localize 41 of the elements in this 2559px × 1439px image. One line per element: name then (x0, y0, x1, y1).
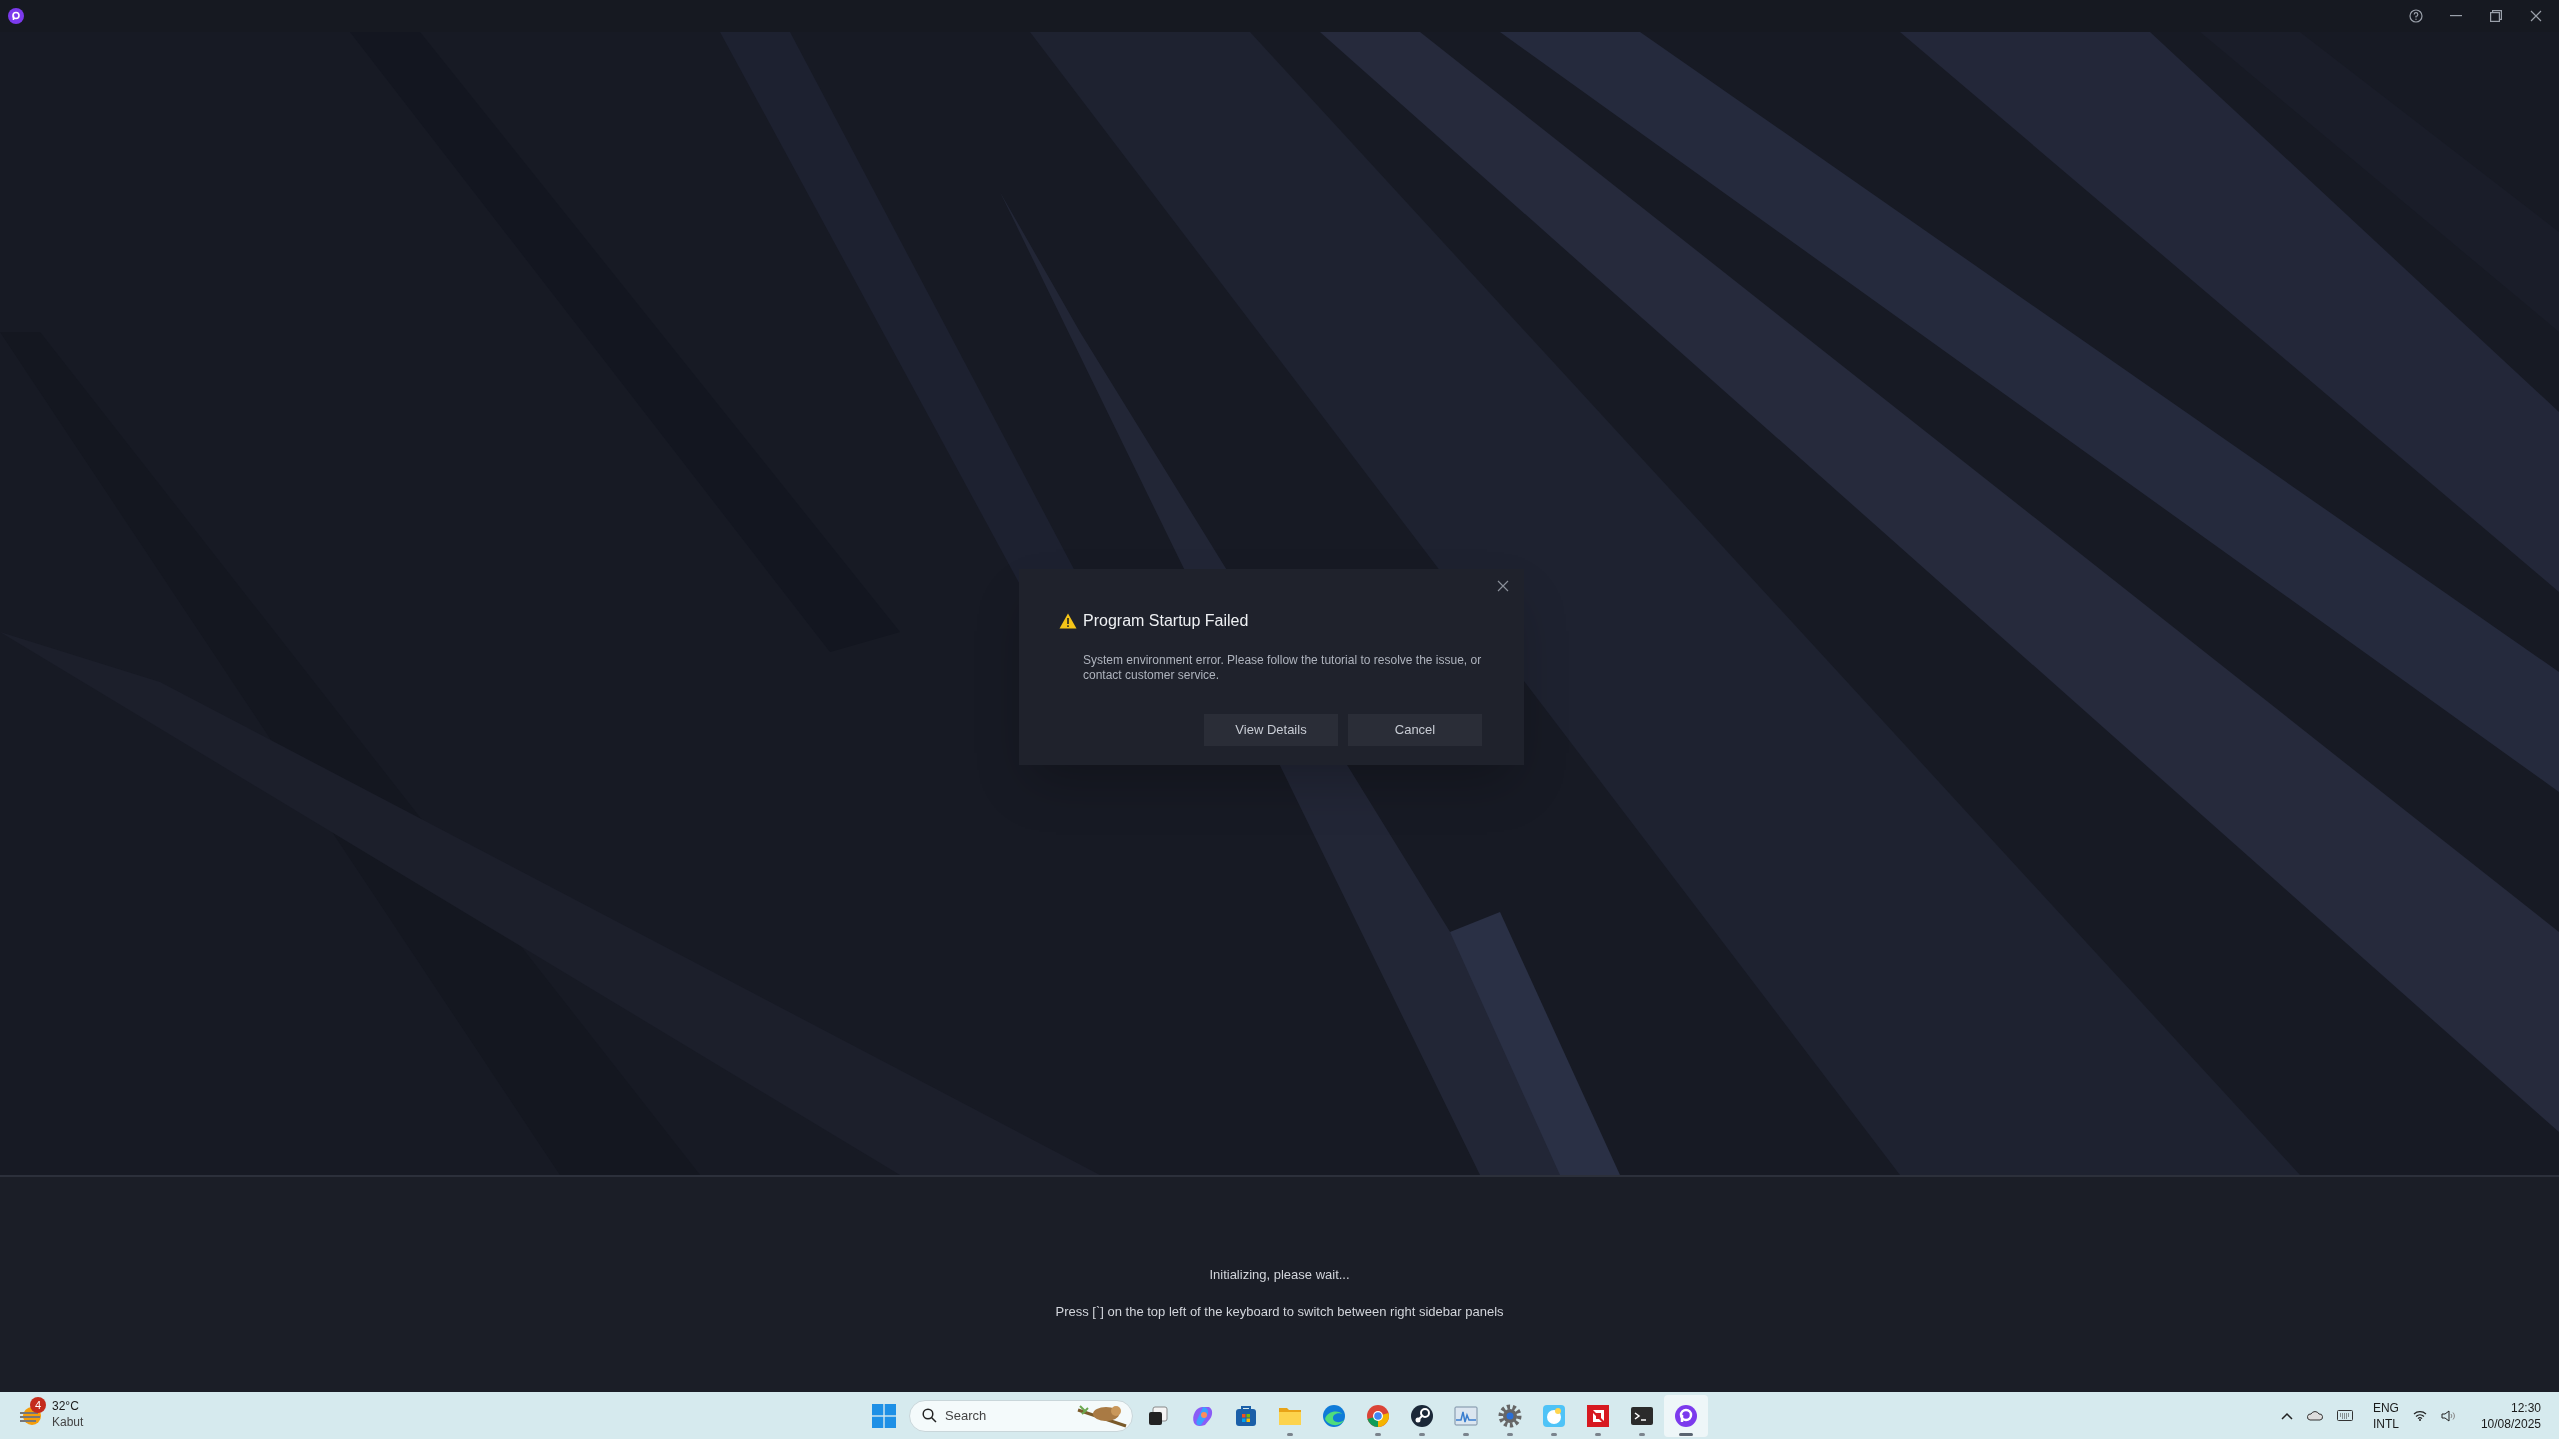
cloud-icon (2306, 1410, 2323, 1421)
dialog-title: Program Startup Failed (1083, 611, 1249, 631)
arrow-square-icon (1585, 1402, 1611, 1429)
help-button[interactable] (2407, 7, 2425, 25)
wave-circle-icon (1321, 1402, 1347, 1429)
restore-button[interactable] (2487, 7, 2505, 25)
search-bar[interactable]: Search (909, 1399, 1133, 1432)
cancel-button[interactable]: Cancel (1348, 714, 1482, 746)
search-field[interactable]: Search (945, 1405, 1068, 1426)
keyboard-layout[interactable]: INTL (2372, 1415, 2399, 1432)
overlapping-squares-icon (1146, 1403, 1170, 1428)
tricolor-circle-icon (1365, 1402, 1391, 1429)
volume-icon (2440, 1409, 2457, 1422)
windows-icon (872, 1403, 896, 1428)
clock-time: 12:30 (2510, 1399, 2541, 1416)
restore-icon (2490, 10, 2502, 22)
weather-condition: Kabut (52, 1414, 84, 1430)
minimize-icon (2450, 15, 2462, 17)
clock-date: 10/08/2025 (2480, 1415, 2541, 1432)
temperature: 32°C (52, 1398, 80, 1414)
keyboard-hint: Press [`] on the top left of the keyboard to switch between right sidebar panels (1055, 1302, 1504, 1321)
search-icon (922, 1408, 937, 1423)
chevron-up-icon (2280, 1411, 2293, 1420)
close-icon (1497, 580, 1509, 592)
language-indicator[interactable]: ENG (2372, 1399, 2399, 1416)
ring-circle-icon (1673, 1402, 1699, 1429)
blob-square-icon (1541, 1402, 1567, 1429)
warning-icon (1059, 613, 1077, 629)
piston-circle-icon (1409, 1402, 1435, 1429)
gear-icon (1497, 1402, 1523, 1429)
view-details-button[interactable]: View Details (1204, 714, 1338, 746)
logo-icon (8, 8, 24, 24)
wifi-icon (2412, 1410, 2427, 1421)
help-icon (2409, 9, 2423, 23)
chart-window-icon (1453, 1403, 1479, 1428)
error-message: System environment error. Please follow the tutorial to resolve the issue, or contact customer service. (1083, 653, 1483, 683)
keyboard-icon (2336, 1410, 2353, 1421)
notification-badge: 4 (30, 1397, 46, 1413)
loading-text: Initializing, please wait... (1209, 1266, 1350, 1284)
close-icon (2530, 10, 2542, 22)
weather-widget[interactable]: 4 32°C Kabut (18, 1398, 84, 1430)
